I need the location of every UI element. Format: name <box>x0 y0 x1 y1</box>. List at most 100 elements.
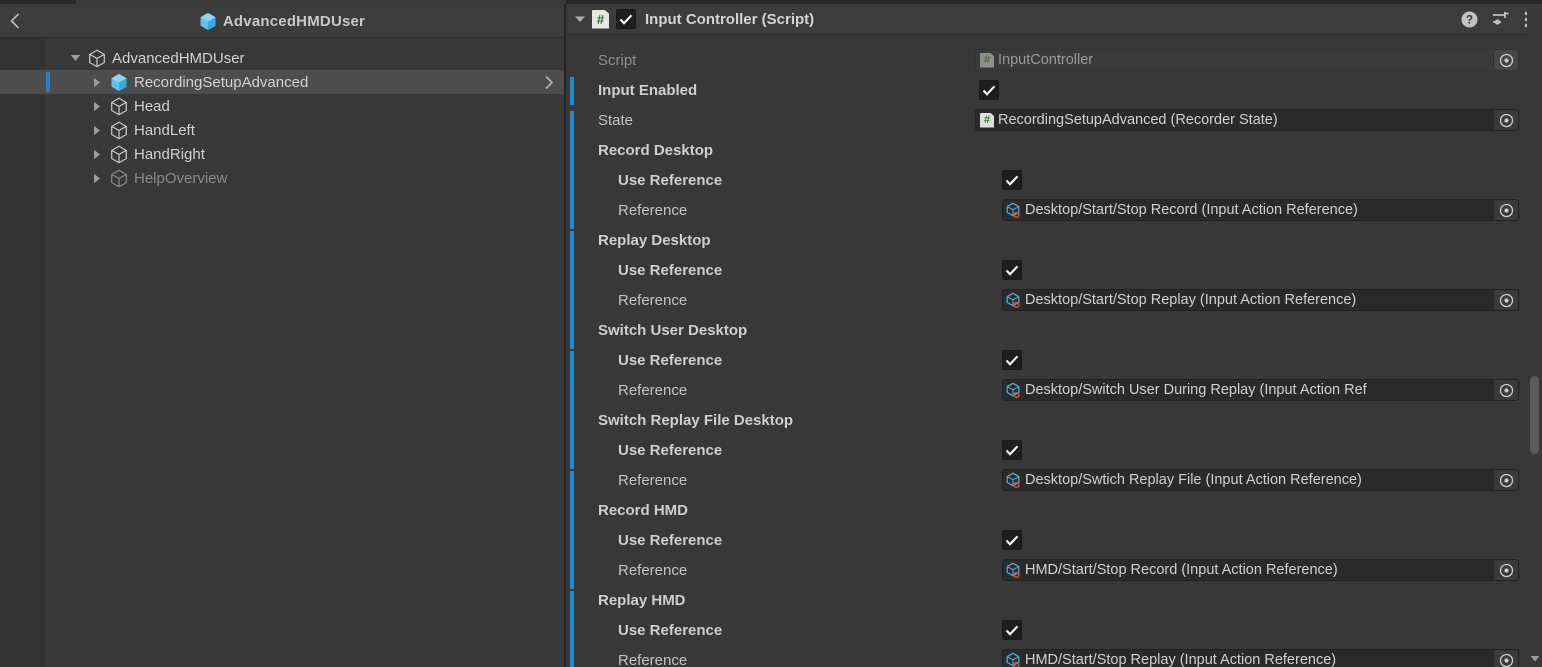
component-enabled-checkbox[interactable] <box>616 9 636 29</box>
property-row: Reference Desktop/Switch User During Repl… <box>568 375 1542 405</box>
foldout-collapsed-icon[interactable] <box>90 94 104 118</box>
foldout-collapsed-icon[interactable] <box>90 142 104 166</box>
csharp-script-icon: # <box>592 9 609 29</box>
input-action-reference-icon <box>1003 382 1025 398</box>
gameobject-cube-icon <box>110 118 128 142</box>
hierarchy-title-label: AdvancedHMDUser <box>222 12 366 30</box>
csharp-script-icon: # <box>976 112 998 128</box>
hierarchy-item-recordingsetupadvanced[interactable]: RecordingSetupAdvanced <box>0 70 564 94</box>
property-row: Script # InputController <box>568 45 1542 75</box>
hierarchy-item-label: RecordingSetupAdvanced <box>134 73 309 91</box>
property-row: Record Desktop <box>568 135 1542 165</box>
property-row: Reference Desktop/Start/Stop Replay (Inpu… <box>568 285 1542 315</box>
property-checkbox[interactable] <box>1002 440 1022 460</box>
property-row: Switch User Desktop <box>568 315 1542 345</box>
object-field[interactable]: Desktop/Swtich Replay File (Input Action… <box>1002 469 1519 491</box>
hierarchy-item-helpoverview[interactable]: HelpOverview <box>0 166 564 190</box>
property-label: Reference <box>618 561 688 579</box>
hierarchy-item-label: HandRight <box>134 145 205 163</box>
input-action-reference-icon <box>1003 472 1025 488</box>
property-row: Replay HMD <box>568 585 1542 615</box>
object-field-value: Desktop/Start/Stop Record (Input Action … <box>1025 202 1358 218</box>
hierarchy-panel: AdvancedHMDUser AdvancedHMDUser Recording… <box>0 4 566 667</box>
gameobject-cube-icon <box>88 46 106 70</box>
object-picker-icon[interactable] <box>1493 560 1518 580</box>
property-checkbox[interactable] <box>1002 350 1022 370</box>
preset-sliders-icon[interactable] <box>1492 11 1510 27</box>
property-checkbox[interactable] <box>1002 260 1022 280</box>
property-label: Replay Desktop <box>598 231 711 249</box>
hierarchy-item-handright[interactable]: HandRight <box>0 142 564 166</box>
property-label: Use Reference <box>618 171 723 189</box>
property-label: Record HMD <box>598 501 689 519</box>
object-picker-icon[interactable] <box>1493 470 1518 490</box>
property-row: Record HMD <box>568 495 1542 525</box>
property-checkbox[interactable] <box>1002 620 1022 640</box>
hierarchy-item-head[interactable]: Head <box>0 94 564 118</box>
property-checkbox[interactable] <box>1002 170 1022 190</box>
chevron-down-icon[interactable] <box>568 4 592 35</box>
property-label: Reference <box>618 201 688 219</box>
property-label: Reference <box>618 651 688 667</box>
foldout-collapsed-icon[interactable] <box>90 118 104 142</box>
triangle-down-icon[interactable] <box>1527 651 1542 665</box>
component-header: # Input Controller (Script) ? <box>568 4 1542 35</box>
hierarchy-header: AdvancedHMDUser <box>0 4 564 38</box>
property-row: Input Enabled <box>568 75 1542 105</box>
object-field[interactable]: Desktop/Start/Stop Replay (Input Action … <box>1002 289 1519 311</box>
property-label: Use Reference <box>618 441 723 459</box>
object-picker-icon[interactable] <box>1493 290 1518 310</box>
unity-editor-window: AdvancedHMDUser AdvancedHMDUser Recording… <box>0 0 1542 667</box>
hierarchy-item-label: AdvancedHMDUser <box>112 49 245 67</box>
csharp-script-icon: # <box>976 52 998 68</box>
object-picker-icon[interactable] <box>1493 110 1518 130</box>
hierarchy-tree: AdvancedHMDUser RecordingSetupAdvanced Hea… <box>0 38 564 667</box>
object-field[interactable]: HMD/Start/Stop Record (Input Action Refe… <box>1002 559 1519 581</box>
foldout-collapsed-icon[interactable] <box>90 70 104 94</box>
property-row: Reference HMD/Start/Stop Record (Input Ac… <box>568 555 1542 585</box>
inspector-scrollbar[interactable] <box>1527 8 1542 667</box>
hierarchy-title: AdvancedHMDUser <box>0 4 564 38</box>
help-icon[interactable]: ? <box>1461 11 1478 28</box>
property-row: Reference Desktop/Start/Stop Record (Inpu… <box>568 195 1542 225</box>
property-label: Script <box>598 51 637 69</box>
input-action-reference-icon <box>1003 652 1025 667</box>
property-label: Switch Replay File Desktop <box>598 411 794 429</box>
object-field[interactable]: Desktop/Start/Stop Record (Input Action … <box>1002 199 1519 221</box>
property-row: Use Reference <box>568 345 1542 375</box>
object-field[interactable]: # InputController <box>975 49 1519 71</box>
scrollbar-thumb[interactable] <box>1530 376 1539 454</box>
property-label: Record Desktop <box>598 141 714 159</box>
hierarchy-item-label: HelpOverview <box>134 169 228 187</box>
inspector-panel: # Input Controller (Script) ? Script # I… <box>568 4 1542 667</box>
object-picker-icon[interactable] <box>1493 200 1518 220</box>
object-field[interactable]: HMD/Start/Stop Replay (Input Action Refe… <box>1002 649 1519 667</box>
property-label: Use Reference <box>618 531 723 549</box>
hierarchy-item-advancedhmduser[interactable]: AdvancedHMDUser <box>0 46 564 70</box>
object-field[interactable]: Desktop/Switch User During Replay (Input… <box>1002 379 1519 401</box>
property-row: Switch Replay File Desktop <box>568 405 1542 435</box>
component-properties: Script # InputController Input Enabled State… <box>568 35 1542 667</box>
property-label: Replay HMD <box>598 591 686 609</box>
property-label: Use Reference <box>618 261 723 279</box>
hierarchy-item-handleft[interactable]: HandLeft <box>0 118 564 142</box>
property-label: Reference <box>618 291 688 309</box>
property-label: Input Enabled <box>598 81 698 99</box>
object-field-value: HMD/Start/Stop Record (Input Action Refe… <box>1025 562 1338 578</box>
foldout-expanded-icon[interactable] <box>68 46 82 70</box>
object-field[interactable]: # RecordingSetupAdvanced (Recorder State) <box>975 109 1519 131</box>
property-label: Reference <box>618 471 688 489</box>
prefab-cube-icon <box>110 70 128 94</box>
open-prefab-chevron-icon[interactable] <box>544 70 554 94</box>
property-checkbox[interactable] <box>1002 530 1022 550</box>
property-label: Switch User Desktop <box>598 321 748 339</box>
object-picker-icon[interactable] <box>1493 650 1518 667</box>
input-action-reference-icon <box>1003 292 1025 308</box>
input-action-reference-icon <box>1003 202 1025 218</box>
object-picker-icon[interactable] <box>1493 380 1518 400</box>
object-picker-icon[interactable] <box>1493 50 1518 70</box>
object-field-value: HMD/Start/Stop Replay (Input Action Refe… <box>1025 652 1337 667</box>
property-row: Use Reference <box>568 615 1542 645</box>
foldout-collapsed-icon[interactable] <box>90 166 104 190</box>
property-checkbox[interactable] <box>979 80 999 100</box>
